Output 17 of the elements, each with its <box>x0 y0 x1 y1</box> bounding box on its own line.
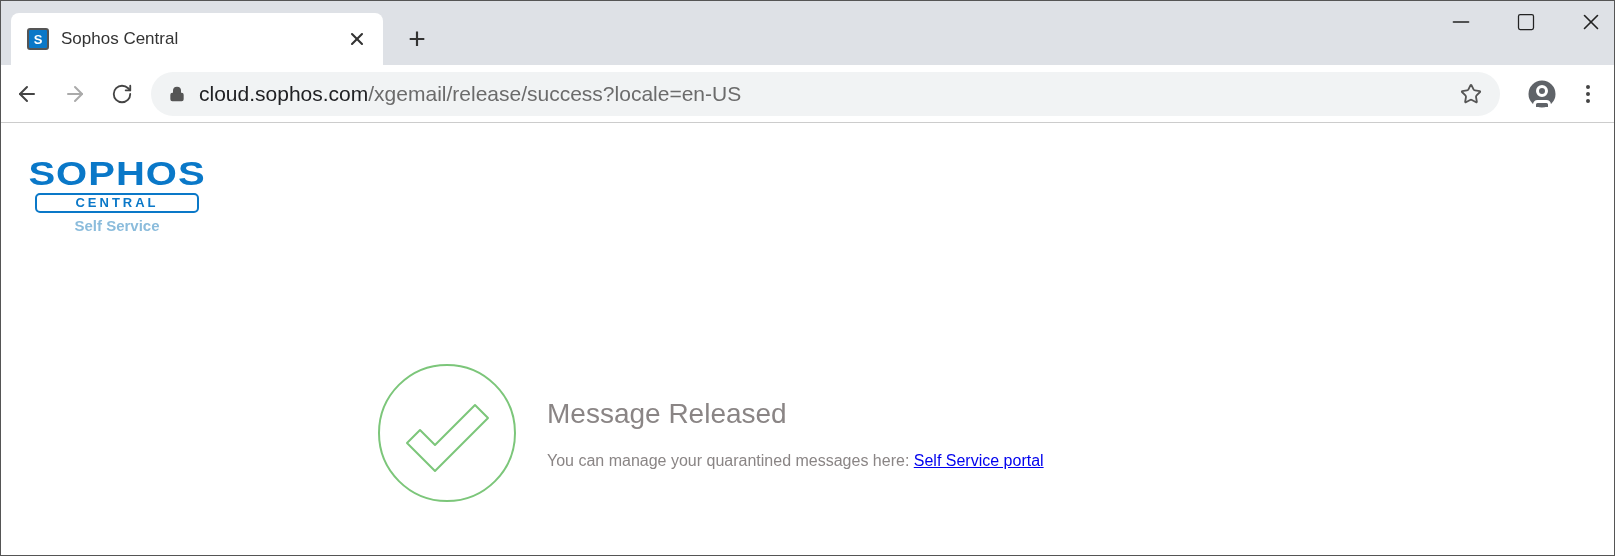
maximize-icon[interactable] <box>1516 12 1536 32</box>
message-text: You can manage your quarantined messages here: Self Service portal <box>547 451 1044 471</box>
reload-icon[interactable] <box>111 82 133 105</box>
logo-brand: SOPHOS <box>28 156 206 190</box>
checkmark-circle-icon <box>377 363 517 503</box>
address-bar[interactable]: cloud.sophos.com/xgemail/release/success?locale=en-US <box>151 71 1500 116</box>
logo-subtitle: Self Service <box>74 216 160 236</box>
tab-title: Sophos Central <box>61 28 180 51</box>
bookmark-star-icon[interactable] <box>1460 82 1482 105</box>
url-text: cloud.sophos.com/xgemail/release/success?locale=en-US <box>199 80 743 107</box>
browser-tab[interactable]: S Sophos Central <box>11 13 383 65</box>
favicon-icon: S <box>27 28 49 50</box>
message-title: Message Released <box>547 397 788 431</box>
lock-icon <box>169 85 185 102</box>
logo-product: CENTRAL <box>35 193 199 213</box>
new-tab-button[interactable]: + <box>401 23 433 55</box>
self-service-link[interactable]: Self Service portal <box>913 452 1044 469</box>
